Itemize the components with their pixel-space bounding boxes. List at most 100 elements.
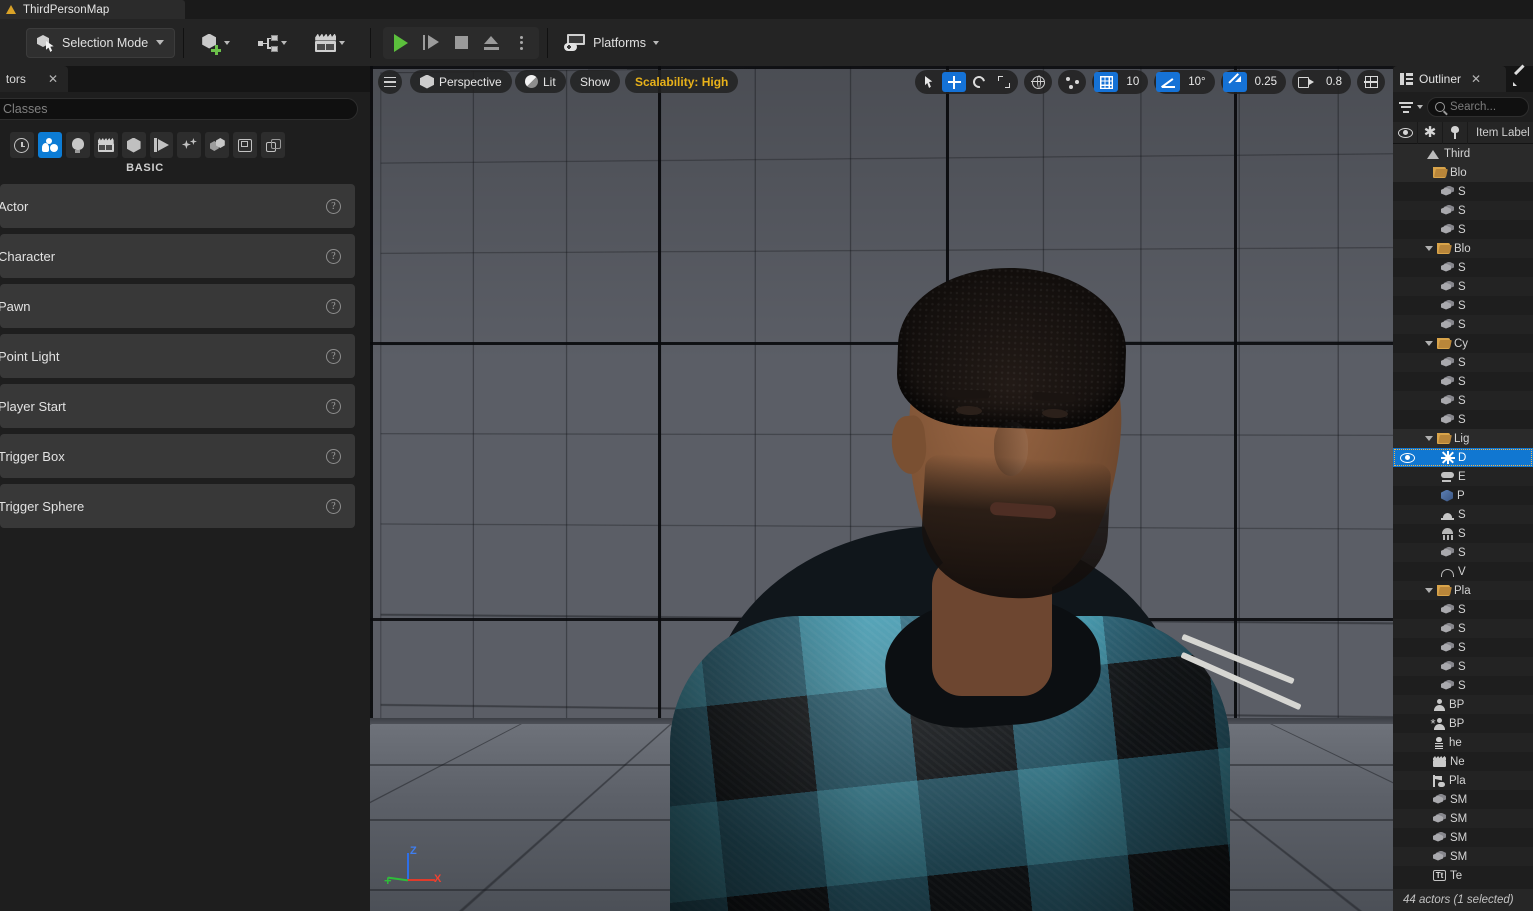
list-item[interactable]: Trigger Sphere ?	[0, 484, 355, 528]
outliner-row[interactable]: S	[1393, 182, 1533, 201]
level-tab[interactable]: ThirdPersonMap	[0, 0, 185, 19]
row-visibility-toggle[interactable]	[1393, 452, 1421, 463]
category-lights[interactable]	[65, 132, 90, 158]
surface-snap-button[interactable]	[1060, 72, 1084, 92]
outliner-row[interactable]: S	[1393, 353, 1533, 372]
viewport-layout-button[interactable]	[1359, 72, 1383, 92]
filter-icon[interactable]	[1399, 101, 1413, 113]
outliner-row[interactable]: S	[1393, 410, 1533, 429]
outliner-row[interactable]: S	[1393, 277, 1533, 296]
cinematics-button[interactable]	[310, 27, 350, 59]
category-basic[interactable]	[37, 132, 62, 158]
category-visual-effects[interactable]	[149, 132, 174, 158]
outliner-row[interactable]: S	[1393, 201, 1533, 220]
scale-tool-button[interactable]	[992, 72, 1016, 92]
column-visibility[interactable]	[1393, 121, 1418, 144]
outliner-row[interactable]: S	[1393, 296, 1533, 315]
tab-outliner[interactable]: Outliner ✕	[1393, 66, 1506, 92]
grid-snap-value[interactable]: 10	[1119, 76, 1146, 88]
outliner-row[interactable]: S	[1393, 220, 1533, 239]
outliner-row[interactable]: S	[1393, 543, 1533, 562]
outliner-row[interactable]: Pla	[1393, 581, 1533, 600]
outliner-row[interactable]: SM	[1393, 847, 1533, 866]
help-icon[interactable]: ?	[326, 198, 341, 214]
camera-speed-button[interactable]	[1294, 72, 1318, 92]
outliner-row[interactable]: S	[1393, 657, 1533, 676]
expand-arrow-icon[interactable]	[1425, 246, 1433, 251]
outliner-row[interactable]: Lig	[1393, 429, 1533, 448]
outliner-row[interactable]: S	[1393, 619, 1533, 638]
expand-arrow-icon[interactable]	[1425, 436, 1433, 441]
level-viewport[interactable]: Perspective Lit Show Scalability: High 1…	[370, 66, 1393, 911]
select-tool-button[interactable]	[917, 72, 941, 92]
close-icon[interactable]: ✕	[1471, 73, 1481, 85]
move-tool-button[interactable]	[942, 72, 967, 92]
place-actors-search-input[interactable]: Classes	[0, 98, 358, 120]
play-button[interactable]	[387, 29, 415, 57]
outliner-row[interactable]: Ne	[1393, 752, 1533, 771]
outliner-row[interactable]: S	[1393, 638, 1533, 657]
lighting-mode-button[interactable]: Lit	[515, 70, 566, 93]
outliner-row[interactable]: S	[1393, 315, 1533, 334]
list-item[interactable]: Point Light ?	[0, 334, 355, 378]
platforms-button[interactable]: Platforms	[556, 27, 667, 59]
close-icon[interactable]: ✕	[48, 73, 58, 85]
list-item[interactable]: Character ?	[0, 234, 355, 278]
expand-arrow-icon[interactable]	[1425, 341, 1433, 346]
category-cinematic[interactable]	[93, 132, 118, 158]
category-shapes[interactable]	[121, 132, 146, 158]
outliner-row[interactable]: SM	[1393, 809, 1533, 828]
help-icon[interactable]: ?	[326, 298, 341, 314]
outliner-row[interactable]: * BP	[1393, 714, 1533, 733]
help-icon[interactable]: ?	[326, 248, 341, 264]
tab-place-actors[interactable]: tors ✕	[0, 66, 68, 92]
help-icon[interactable]: ?	[326, 398, 341, 414]
skip-play-button[interactable]	[417, 29, 445, 57]
outliner-row[interactable]: P	[1393, 486, 1533, 505]
scalability-button[interactable]: Scalability: High	[625, 70, 739, 93]
category-stack[interactable]	[261, 132, 286, 158]
outliner-row[interactable]: Blo	[1393, 239, 1533, 258]
eject-button[interactable]	[477, 29, 505, 57]
help-icon[interactable]: ?	[326, 448, 341, 464]
view-mode-button[interactable]: Perspective	[410, 70, 512, 93]
viewport-menu-icon[interactable]	[378, 70, 402, 94]
expand-arrow-icon[interactable]	[1425, 588, 1433, 593]
scale-snap-value[interactable]: 0.25	[1248, 76, 1284, 88]
outliner-row[interactable]: Third	[1393, 144, 1533, 163]
coordinate-system-button[interactable]	[1026, 72, 1050, 92]
outliner-tree[interactable]: Third Blo S S S Blo S S S S Cy S S S S Lig D E P S S S V Pla S S S…	[1393, 144, 1533, 889]
grid-snap-toggle[interactable]	[1094, 72, 1119, 92]
category-volumes[interactable]	[177, 132, 202, 158]
column-pin[interactable]	[1443, 121, 1468, 144]
outliner-row[interactable]: E	[1393, 467, 1533, 486]
outliner-row[interactable]: S	[1393, 505, 1533, 524]
angle-snap-value[interactable]: 10°	[1181, 76, 1212, 88]
list-item[interactable]: Pawn ?	[0, 284, 355, 328]
outliner-row[interactable]: SM	[1393, 790, 1533, 809]
category-geometry[interactable]	[233, 132, 258, 158]
list-item[interactable]: Actor ?	[0, 184, 355, 228]
outliner-row[interactable]: S	[1393, 524, 1533, 543]
tab-details[interactable]	[1506, 64, 1533, 92]
scale-snap-toggle[interactable]	[1222, 72, 1247, 92]
outliner-search-box[interactable]	[1427, 97, 1529, 117]
outliner-row[interactable]: Cy	[1393, 334, 1533, 353]
search-input[interactable]	[1450, 101, 1521, 113]
outliner-row[interactable]: S	[1393, 600, 1533, 619]
rotate-tool-button[interactable]	[967, 72, 991, 92]
help-icon[interactable]: ?	[326, 498, 341, 514]
outliner-row[interactable]: S	[1393, 391, 1533, 410]
blueprints-button[interactable]	[253, 27, 292, 59]
outliner-row[interactable]: Blo	[1393, 163, 1533, 182]
category-all-classes[interactable]	[205, 132, 230, 158]
outliner-row[interactable]: D	[1393, 448, 1533, 467]
outliner-row[interactable]: Tt Te	[1393, 866, 1533, 885]
selection-mode-button[interactable]: Selection Mode	[26, 27, 176, 58]
outliner-row[interactable]: S	[1393, 372, 1533, 391]
angle-snap-toggle[interactable]	[1156, 72, 1181, 92]
stop-button[interactable]	[447, 29, 475, 57]
show-menu-button[interactable]: Show	[570, 70, 621, 93]
quick-add-button[interactable]	[196, 27, 235, 59]
camera-speed-value[interactable]: 0.8	[1319, 76, 1349, 88]
